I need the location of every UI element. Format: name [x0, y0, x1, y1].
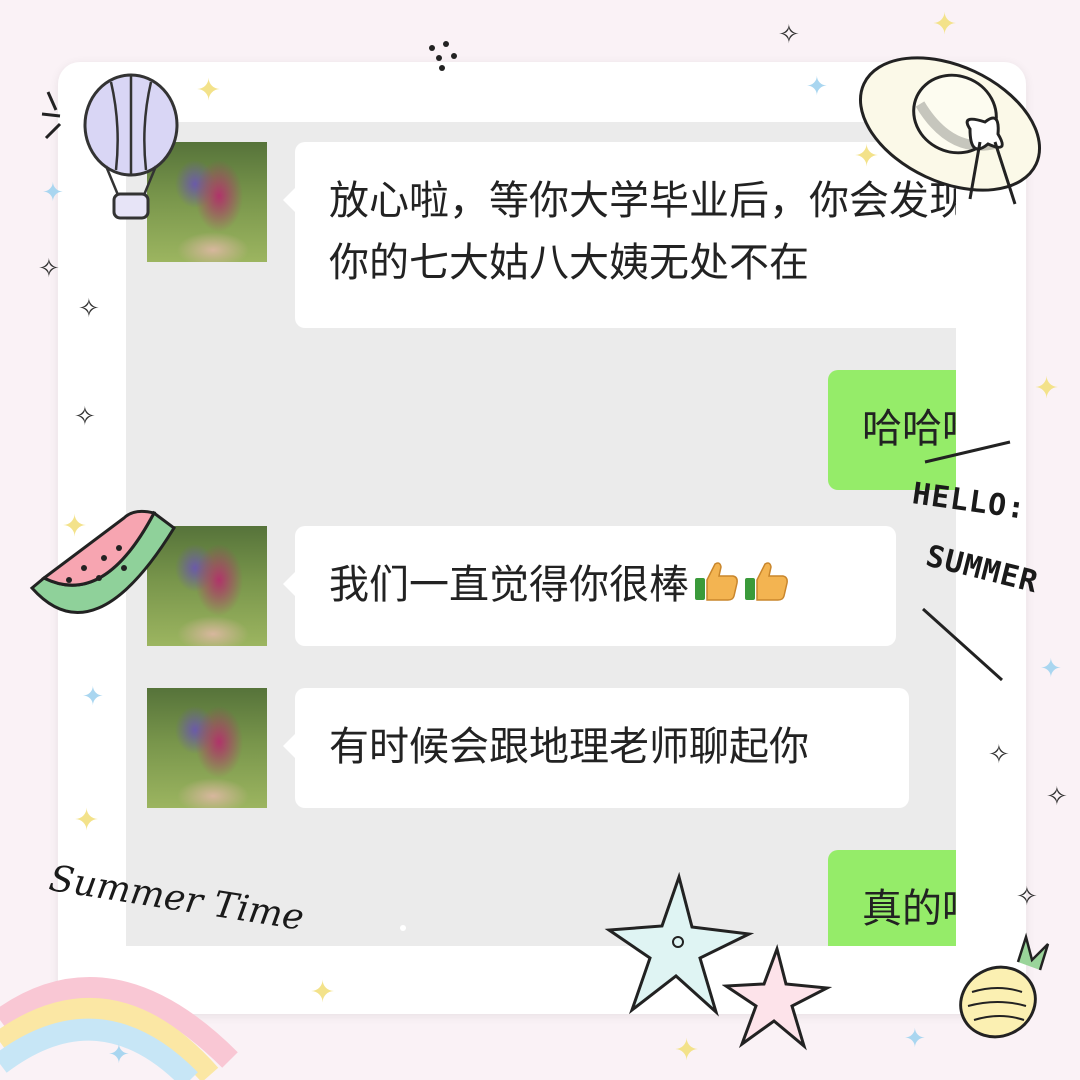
message-text: 我们一直觉得你很棒	[329, 562, 689, 608]
star-doodle-icon: ✦	[904, 1024, 926, 1054]
page-indicator-dot	[400, 925, 406, 931]
dots-doodle-icon	[429, 41, 457, 71]
star-doodle-icon: ✦	[74, 803, 100, 838]
message-bubble-incoming[interactable]: 我们一直觉得你很棒	[283, 526, 896, 646]
message-bubble-outgoing[interactable]: 真的吗	[828, 850, 956, 946]
underline-stroke-icon	[924, 440, 1011, 464]
star-doodle-icon: ✦	[932, 7, 958, 42]
star-doodle-icon: ✧	[1016, 882, 1038, 912]
star-doodle-icon: ✧	[1046, 782, 1068, 812]
avatar[interactable]	[147, 688, 267, 808]
star-doodle-icon: ✧	[988, 740, 1010, 770]
message-bubble-outgoing[interactable]: 哈哈哈	[828, 370, 956, 490]
star-doodle-icon: ✦	[1040, 654, 1062, 684]
thumbs-up-icon	[745, 562, 788, 601]
star-doodle-icon: ✦	[1034, 371, 1060, 406]
star-doodle-icon: ✧	[78, 294, 100, 324]
message-bubble-incoming[interactable]: 有时候会跟地理老师聊起你	[283, 688, 909, 808]
message-text: 有时候会跟地理老师聊起你	[329, 724, 809, 770]
pineapple-icon	[959, 932, 1050, 1039]
star-doodle-icon: ✦	[82, 682, 104, 712]
star-doodle-icon: ✧	[74, 402, 96, 432]
sun-hat-icon	[858, 56, 1042, 205]
starfish-small-icon	[722, 944, 832, 1051]
star-doodle-icon: ✦	[854, 139, 880, 174]
hot-air-balloon-icon	[83, 73, 179, 220]
thumbs-up-icon	[695, 562, 738, 601]
star-doodle-icon: ✦	[310, 975, 336, 1010]
star-doodle-icon: ✦	[42, 178, 64, 208]
star-doodle-icon: ✧	[38, 254, 60, 284]
star-doodle-icon: ✦	[806, 72, 828, 102]
star-doodle-icon: ✧	[778, 20, 800, 50]
watermelon-icon	[29, 509, 176, 614]
message-text: 你的七大姑八大姨无处不在	[329, 240, 809, 286]
star-doodle-icon: ✦	[674, 1033, 700, 1068]
underline-stroke-icon	[921, 607, 1004, 682]
star-doodle-icon: ✦	[108, 1040, 130, 1070]
sparkle-lines-icon	[41, 91, 62, 140]
chat-screenshot: 放心啦，等你大学毕业后，你会发现 你的七大姑八大姨无处不在 哈哈哈 我们一直觉得…	[126, 122, 956, 946]
star-doodle-icon: ✦	[196, 73, 222, 108]
message-text: 真的吗	[862, 886, 956, 932]
star-doodle-icon: ✦	[62, 509, 88, 544]
